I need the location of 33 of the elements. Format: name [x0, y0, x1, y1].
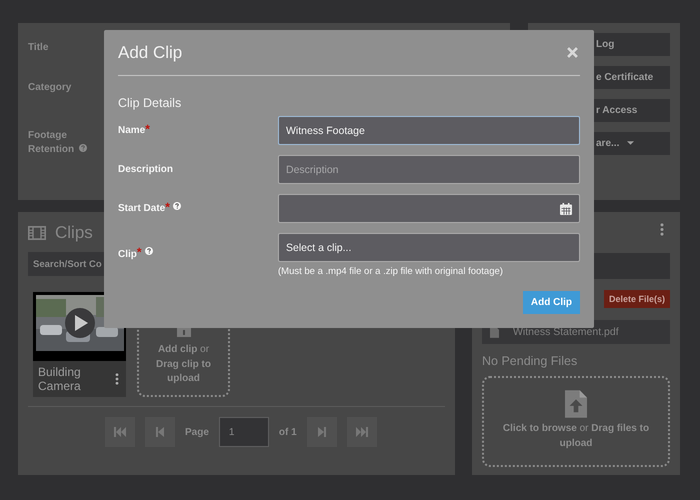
add-clip-button[interactable]: Add Clip	[522, 291, 580, 314]
text-field[interactable]: Witness Footage	[278, 116, 580, 145]
text-field[interactable]: Description	[278, 155, 580, 184]
required-mark: *	[136, 245, 142, 259]
file-select-field[interactable]: Select a clip...	[278, 233, 580, 262]
action-button[interactable]: Log	[594, 33, 670, 56]
required-mark: *	[145, 122, 150, 136]
field-label: Start Date	[118, 203, 166, 214]
action-button[interactable]: r Access	[594, 99, 670, 122]
action-button[interactable]: e Certificate	[594, 66, 670, 89]
clip-title: Building Camera	[38, 365, 82, 393]
field-label: Description	[118, 164, 174, 175]
field-label: Footage Retention	[28, 130, 74, 155]
page-label: Page	[185, 426, 209, 438]
page-input[interactable]: 1	[218, 417, 269, 447]
field-label: Title	[28, 42, 48, 53]
panel-title: Clips	[55, 223, 93, 243]
required-mark: *	[165, 200, 170, 214]
file-name: Witness Statement.pdf	[513, 326, 619, 338]
delete-button[interactable]: Delete File(s)	[604, 290, 670, 308]
dialog-title: Add Clip	[118, 42, 182, 62]
upload-text: Click to browse or Drag files to upload	[502, 422, 650, 450]
pending-status: No Pending Files	[482, 354, 578, 368]
section-heading: Clip Details	[118, 96, 182, 110]
clip-card[interactable]: Building Camera	[33, 292, 126, 397]
field-label: Name	[118, 125, 146, 136]
page-total: of 1	[278, 426, 297, 438]
upload-dropzone[interactable]: Click to browse or Drag files to upload	[482, 376, 670, 467]
action-button[interactable]: are...	[594, 132, 670, 155]
upload-text: Add clip or Drag clip to upload	[154, 343, 212, 386]
field-hint: (Must be a .mp4 file or a .zip file with original footage)	[278, 266, 504, 277]
field-label: Category	[28, 82, 72, 93]
field-label: Clip	[118, 248, 137, 260]
